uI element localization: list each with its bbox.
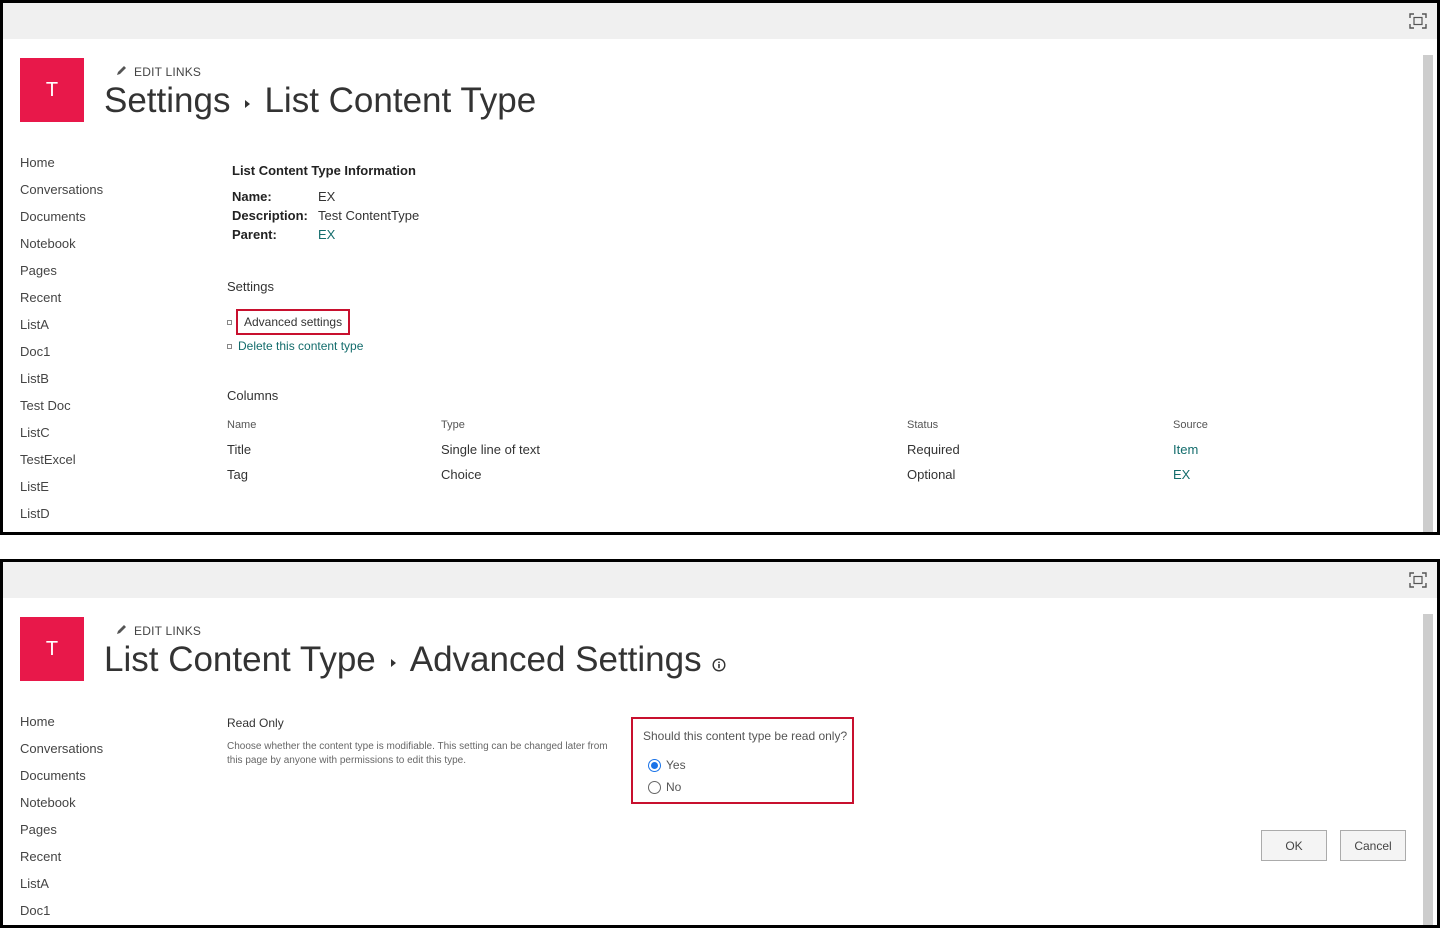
nav-item-conversations[interactable]: Conversations <box>20 182 103 209</box>
table-row: Tag Choice Optional EX <box>227 462 1387 487</box>
nav-item-recent[interactable]: Recent <box>20 290 103 317</box>
settings-heading: Settings <box>227 279 274 294</box>
edit-links-button[interactable]: EDIT LINKS <box>115 623 201 639</box>
header-name: Name <box>227 419 257 431</box>
nav-item-test-doc[interactable]: Test Doc <box>20 398 103 425</box>
advanced-settings-link[interactable]: Advanced settings <box>236 309 351 335</box>
radio-yes-label[interactable]: Yes <box>666 758 686 772</box>
nav-item-doc1[interactable]: Doc1 <box>20 903 103 925</box>
description-label: Description: <box>232 208 308 223</box>
column-type: Choice <box>441 467 482 482</box>
settings-link-row-delete: Delete this content type <box>227 337 363 355</box>
read-only-question: Should this content type be read only? <box>643 729 848 743</box>
nav-item-documents[interactable]: Documents <box>20 209 103 236</box>
radio-yes[interactable] <box>648 758 661 772</box>
logo-letter: T <box>45 78 59 101</box>
breadcrumb-current: Advanced Settings <box>409 640 702 679</box>
column-name[interactable]: Tag <box>227 467 441 482</box>
info-row-parent: Parent: EX <box>232 225 419 244</box>
radio-yes-row[interactable]: Yes <box>643 758 842 772</box>
site-logo[interactable]: T <box>20 58 84 122</box>
name-value: EX <box>318 189 336 204</box>
breadcrumb-settings[interactable]: Settings <box>104 81 230 121</box>
page-title: List Content Type Advanced Settings <box>104 640 726 680</box>
table-row: Title Single line of text Required Item <box>227 437 1387 462</box>
bullet-icon <box>227 319 232 325</box>
quick-launch-nav: Home Conversations Documents Notebook Pa… <box>20 155 103 532</box>
top-bar <box>3 3 1437 39</box>
nav-item-listd[interactable]: ListD <box>20 506 103 532</box>
edit-links-label: EDIT LINKS <box>134 624 202 638</box>
info-icon[interactable] <box>712 658 726 672</box>
nav-item-conversations[interactable]: Conversations <box>20 741 103 768</box>
scrollbar[interactable] <box>1423 614 1433 925</box>
page-title: Settings List Content Type <box>104 81 536 121</box>
name-label: Name: <box>232 189 272 204</box>
edit-links-label: EDIT LINKS <box>134 65 202 79</box>
settings-panel: T EDIT LINKS Settings List Content Type … <box>0 0 1440 535</box>
info-row-description: Description: Test ContentType <box>232 206 419 225</box>
nav-item-pages[interactable]: Pages <box>20 263 103 290</box>
info-row-name: Name: EX <box>232 187 419 206</box>
description-value: Test ContentType <box>318 208 420 223</box>
pencil-icon <box>115 623 128 639</box>
nav-item-pages[interactable]: Pages <box>20 822 103 849</box>
column-status: Required <box>907 442 960 457</box>
breadcrumb-list-content-type[interactable]: List Content Type <box>104 640 376 680</box>
breadcrumb-separator-icon <box>245 100 251 108</box>
read-only-question-box: Should this content type be read only? Y… <box>631 717 854 804</box>
parent-link[interactable]: EX <box>318 227 335 242</box>
delete-content-type-link[interactable]: Delete this content type <box>238 339 363 353</box>
nav-item-notebook[interactable]: Notebook <box>20 795 103 822</box>
edit-links-button[interactable]: EDIT LINKS <box>115 64 201 80</box>
info-title: List Content Type Information <box>232 163 416 178</box>
table-header: Name Type Status Source <box>227 413 1387 437</box>
column-source-link[interactable]: Item <box>1173 442 1373 457</box>
breadcrumb-current: List Content Type <box>264 81 537 120</box>
header-type: Type <box>441 419 465 431</box>
read-only-description: Choose whether the content type is modif… <box>227 741 608 766</box>
pencil-icon <box>115 64 128 80</box>
columns-heading: Columns <box>227 388 279 403</box>
bullet-icon <box>227 343 232 349</box>
nav-item-liste[interactable]: ListE <box>20 479 103 506</box>
column-source-link[interactable]: EX <box>1173 467 1373 482</box>
read-only-title: Read Only <box>227 716 284 730</box>
top-bar <box>3 562 1437 598</box>
nav-item-documents[interactable]: Documents <box>20 768 103 795</box>
settings-links: Advanced settings Delete this content ty… <box>227 307 363 355</box>
nav-item-lista[interactable]: ListA <box>20 317 103 344</box>
nav-item-listc[interactable]: ListC <box>20 425 103 452</box>
nav-item-doc1[interactable]: Doc1 <box>20 344 103 371</box>
nav-item-testexcel[interactable]: TestExcel <box>20 452 103 479</box>
columns-table: Name Type Status Source Title Single lin… <box>227 413 1387 487</box>
nav-item-home[interactable]: Home <box>20 155 103 182</box>
radio-no[interactable] <box>648 780 661 794</box>
ok-button[interactable]: OK <box>1261 830 1327 861</box>
breadcrumb-separator-icon <box>390 659 396 667</box>
focus-mode-icon[interactable] <box>1409 572 1427 588</box>
nav-item-lista[interactable]: ListA <box>20 876 103 903</box>
advanced-settings-panel: T EDIT LINKS List Content Type Advanced … <box>0 559 1440 928</box>
settings-link-row-advanced: Advanced settings <box>227 307 363 337</box>
cancel-button[interactable]: Cancel <box>1340 830 1406 861</box>
nav-item-listb[interactable]: ListB <box>20 371 103 398</box>
nav-item-home[interactable]: Home <box>20 714 103 741</box>
site-logo[interactable]: T <box>20 617 84 681</box>
column-type: Single line of text <box>441 442 541 457</box>
radio-no-label[interactable]: No <box>666 780 681 794</box>
column-name[interactable]: Title <box>227 442 441 457</box>
quick-launch-nav: Home Conversations Documents Notebook Pa… <box>20 714 103 925</box>
header-source: Source <box>1173 419 1208 431</box>
header-status: Status <box>907 419 939 431</box>
logo-letter: T <box>45 637 59 660</box>
parent-label: Parent: <box>232 227 277 242</box>
nav-item-recent[interactable]: Recent <box>20 849 103 876</box>
info-grid: Name: EX Description: Test ContentType P… <box>232 187 419 244</box>
column-status: Optional <box>907 467 956 482</box>
nav-item-notebook[interactable]: Notebook <box>20 236 103 263</box>
radio-no-row[interactable]: No <box>643 780 842 794</box>
scrollbar[interactable] <box>1423 55 1433 532</box>
focus-mode-icon[interactable] <box>1409 13 1427 29</box>
